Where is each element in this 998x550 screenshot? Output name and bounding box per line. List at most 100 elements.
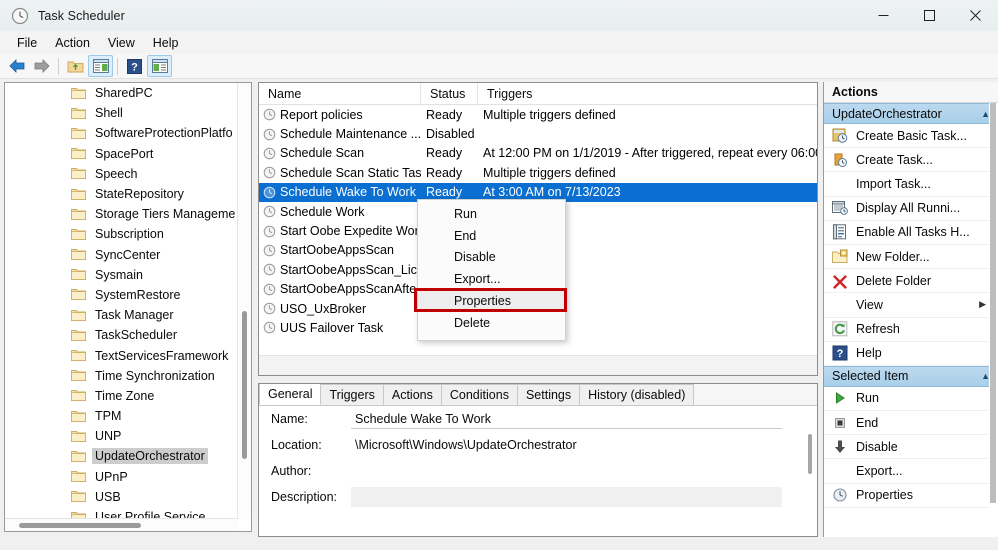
tree-item-storage-tiers-manageme[interactable]: Storage Tiers Manageme (5, 204, 238, 224)
tree-item-time-synchronization[interactable]: Time Synchronization (5, 366, 238, 386)
task-name-label: Schedule Scan Static Task (280, 165, 421, 180)
tree-vertical-scrollbar[interactable] (237, 83, 251, 519)
context-menu-item-end[interactable]: End (418, 225, 565, 247)
actions-vertical-scrollbar[interactable] (989, 103, 998, 537)
field-value-name[interactable]: Schedule Wake To Work (351, 410, 782, 429)
task-row[interactable]: Schedule Scan Static Task Ready Multiple t… (259, 163, 817, 182)
tree-item-sharedpc[interactable]: SharedPC (5, 83, 238, 103)
action-label: End (856, 415, 879, 430)
action-run[interactable]: Run (824, 387, 998, 412)
column-header-triggers[interactable]: Triggers (478, 83, 817, 105)
tab-triggers[interactable]: Triggers (320, 384, 384, 405)
task-row[interactable]: Schedule Maintenance ... Disabled (259, 124, 817, 143)
column-header-status[interactable]: Status (421, 83, 478, 105)
minimize-button[interactable] (860, 0, 906, 31)
context-menu-item-disable[interactable]: Disable (418, 247, 565, 269)
action-create-task[interactable]: Create Task... (824, 148, 998, 173)
tree-item-staterepository[interactable]: StateRepository (5, 184, 238, 204)
action-export[interactable]: Export... (824, 459, 998, 484)
action-help[interactable]: ? Help (824, 342, 998, 366)
action-new-folder[interactable]: New Folder... (824, 245, 998, 270)
maximize-button[interactable] (906, 0, 952, 31)
details-vertical-scroll-thumb[interactable] (808, 434, 812, 474)
menu-view[interactable]: View (99, 34, 144, 52)
create-basic-task-icon (832, 128, 848, 144)
action-delete-folder[interactable]: Delete Folder (824, 269, 998, 294)
tree-item-usb[interactable]: USB (5, 487, 238, 507)
folder-icon (71, 188, 86, 200)
tree-item-sysmain[interactable]: Sysmain (5, 265, 238, 285)
tree-item-label: SoftwareProtectionPlatfo (95, 126, 233, 141)
action-properties[interactable]: Properties (824, 484, 998, 508)
menu-help[interactable]: Help (144, 34, 188, 52)
tree-item-updateorchestrator[interactable]: UpdateOrchestrator (5, 446, 238, 466)
tree-horizontal-scrollbar[interactable] (5, 518, 238, 531)
help-button[interactable]: ? (122, 55, 147, 77)
show-hide-action-pane-button[interactable] (147, 55, 172, 77)
tab-history-disabled[interactable]: History (disabled) (579, 384, 695, 405)
context-menu-item-delete[interactable]: Delete (418, 312, 565, 334)
tree-item-time-zone[interactable]: Time Zone (5, 386, 238, 406)
task-clock-icon (263, 186, 276, 199)
tab-settings[interactable]: Settings (516, 384, 581, 405)
tab-conditions[interactable]: Conditions (440, 384, 518, 405)
action-disable[interactable]: Disable (824, 435, 998, 460)
action-enable-all-tasks-h[interactable]: Enable All Tasks H... (824, 221, 998, 245)
context-menu-item-properties[interactable]: Properties (418, 290, 565, 312)
tree-item-label: Storage Tiers Manageme (95, 207, 236, 222)
column-header-name[interactable]: Name (259, 83, 421, 105)
task-row[interactable]: Schedule Scan Ready At 12:00 PM on 1/1/201… (259, 144, 817, 163)
field-value-author (351, 469, 782, 473)
actions-group-header-selected-item[interactable]: Selected Item ▲ (824, 365, 998, 387)
tree-item-task-manager[interactable]: Task Manager (5, 305, 238, 325)
task-triggers-cell: Multiple triggers defined (483, 165, 616, 180)
menu-action[interactable]: Action (46, 34, 99, 52)
tree-item-textservicesframework[interactable]: TextServicesFramework (5, 345, 238, 365)
show-hide-console-tree-button[interactable] (88, 55, 113, 77)
tree-vertical-scroll-thumb[interactable] (242, 311, 247, 459)
context-menu-item-run[interactable]: Run (418, 203, 565, 225)
tab-actions[interactable]: Actions (382, 384, 442, 405)
forward-button[interactable] (29, 55, 54, 77)
action-view[interactable]: View ▶ (824, 293, 998, 318)
properties-clock-icon (832, 487, 848, 503)
close-button[interactable] (952, 0, 998, 31)
task-name-label: UUS Failover Task (280, 320, 384, 335)
actions-vertical-scroll-thumb[interactable] (990, 103, 996, 503)
tree-item-shell[interactable]: Shell (5, 103, 238, 123)
task-clock-icon (263, 225, 276, 237)
action-import-task[interactable]: Import Task... (824, 172, 998, 197)
tree-item-unp[interactable]: UNP (5, 426, 238, 446)
tab-general[interactable]: General (259, 384, 322, 405)
tree-item-label: Speech (95, 166, 138, 181)
back-button[interactable] (4, 55, 29, 77)
actions-panel: Actions UpdateOrchestrator ▲ Create Basic … (823, 82, 998, 537)
action-display-all-runni[interactable]: Display All Runni... (824, 197, 998, 221)
tree-item-spaceport[interactable]: SpacePort (5, 144, 238, 164)
tree-item-softwareprotectionplatfo[interactable]: SoftwareProtectionPlatfo (5, 123, 238, 143)
tree-item-subscription[interactable]: Subscription (5, 224, 238, 244)
action-refresh[interactable]: Refresh (824, 318, 998, 342)
task-clock-icon (263, 244, 276, 257)
field-value-description[interactable] (351, 487, 782, 507)
run-play-icon (832, 390, 848, 406)
tree-horizontal-scroll-thumb[interactable] (19, 523, 141, 528)
action-end[interactable]: End (824, 411, 998, 436)
tree-item-taskscheduler[interactable]: TaskScheduler (5, 325, 238, 345)
tree-item-synccenter[interactable]: SyncCenter (5, 245, 238, 265)
tree-item-upnp[interactable]: UPnP (5, 467, 238, 487)
action-create-basic-task[interactable]: Create Basic Task... (824, 124, 998, 149)
task-row[interactable]: Report policies Ready Multiple triggers de… (259, 105, 817, 124)
context-menu-item-export[interactable]: Export... (418, 268, 565, 290)
menu-bar: File Action View Help (0, 31, 998, 54)
folder-icon (71, 228, 86, 240)
actions-group-header-updateorchestrator[interactable]: UpdateOrchestrator ▲ (824, 103, 998, 124)
tree-item-systemrestore[interactable]: SystemRestore (5, 285, 238, 305)
up-one-level-button[interactable] (63, 55, 88, 77)
tree-item-tpm[interactable]: TPM (5, 406, 238, 426)
details-vertical-scrollbar[interactable] (803, 406, 817, 536)
tree-item-speech[interactable]: Speech (5, 164, 238, 184)
none (832, 176, 848, 192)
tree-item-label: TaskScheduler (95, 328, 177, 343)
menu-file[interactable]: File (8, 34, 46, 52)
